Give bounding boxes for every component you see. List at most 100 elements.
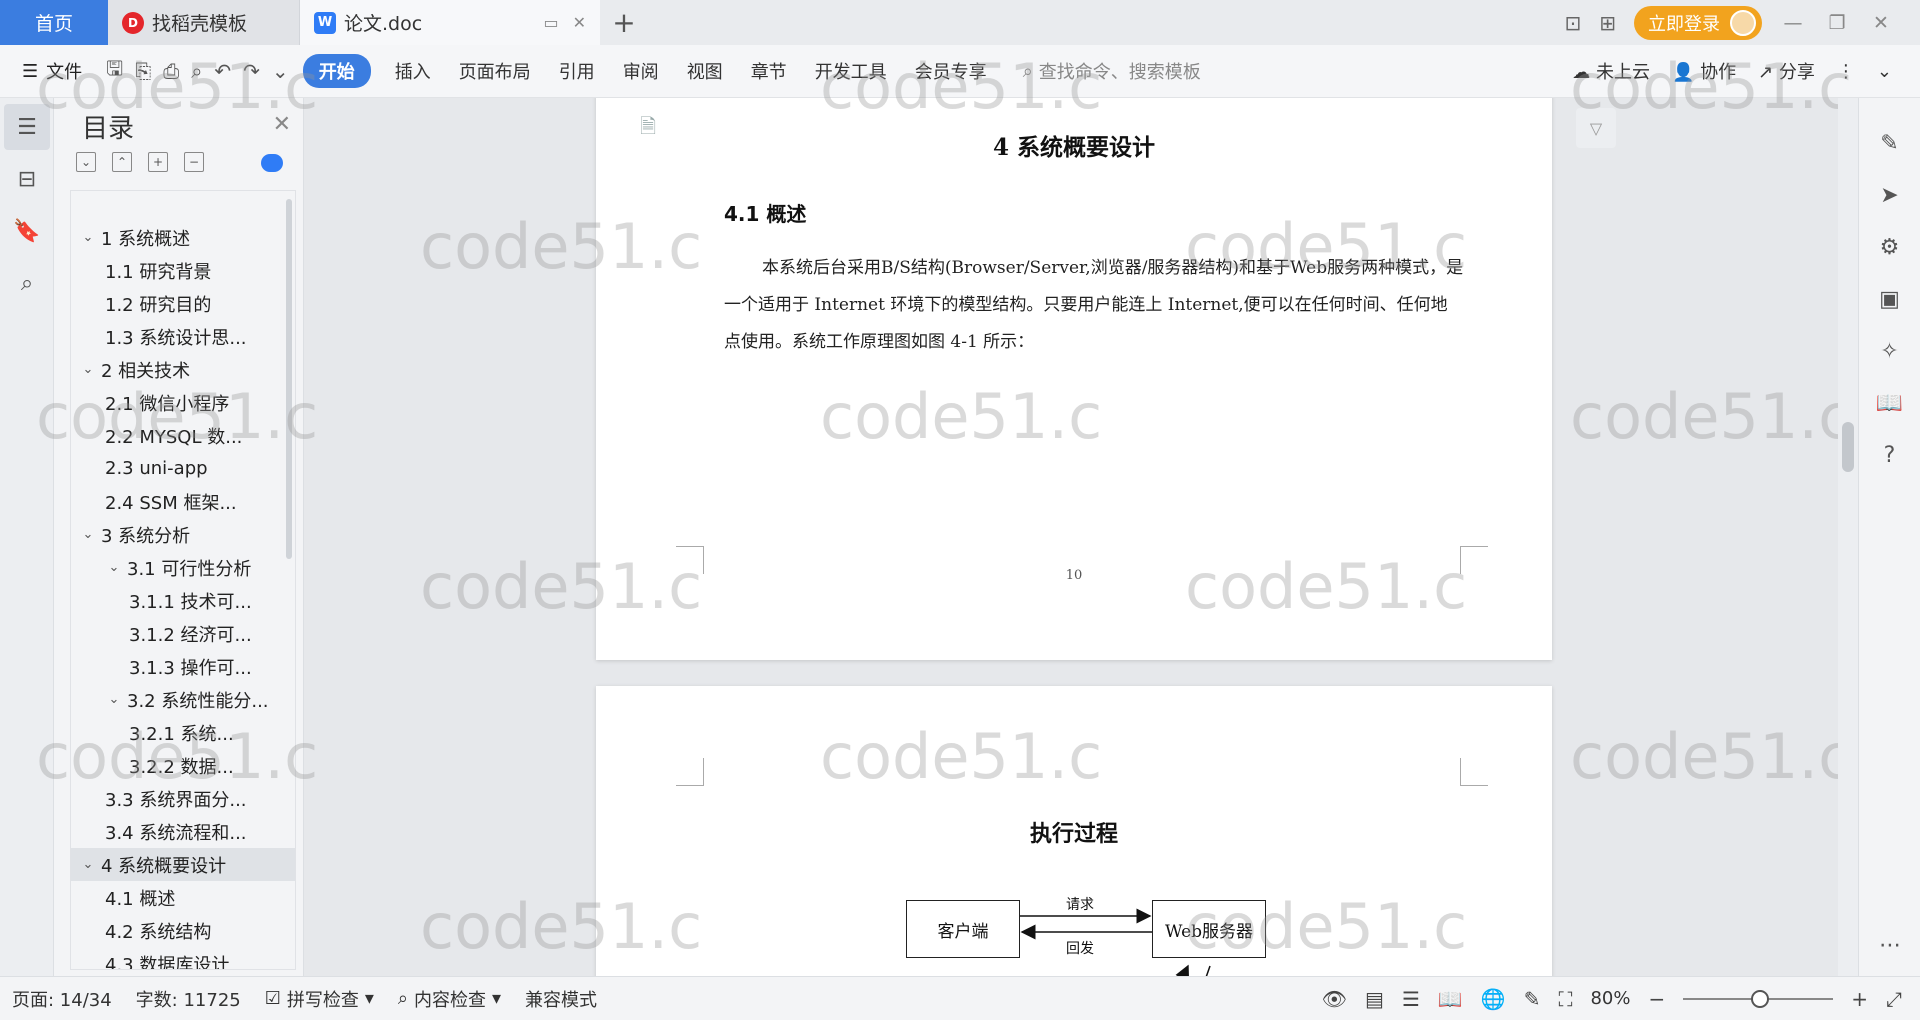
toc-item[interactable]: 2.2 MYSQL 数... xyxy=(71,419,295,452)
toc-item[interactable]: 3.4 系统流程和... xyxy=(71,815,295,848)
collapse-up-icon[interactable]: ⌃ xyxy=(112,152,132,172)
chevron-down-icon[interactable]: ⌄ xyxy=(79,230,97,245)
more-icon[interactable]: ⋯ xyxy=(1867,922,1913,968)
zoom-out-icon[interactable]: − xyxy=(1648,987,1665,1011)
toc-item[interactable]: ⌄ 1 系统概述 xyxy=(71,221,295,254)
reader-icon[interactable]: 📖 xyxy=(1867,380,1913,426)
zoom-in-icon[interactable]: + xyxy=(1851,987,1868,1011)
redo-icon[interactable]: ↷ xyxy=(237,59,266,83)
compass-icon[interactable]: ✧ xyxy=(1867,328,1913,374)
collapse-all-icon[interactable]: − xyxy=(184,152,204,172)
chevron-down-icon[interactable]: ⌄ xyxy=(79,857,97,872)
login-button[interactable]: 立即登录 xyxy=(1634,5,1762,40)
quick-access-dropdown-icon[interactable]: ⌄ xyxy=(266,59,295,83)
toc-item[interactable]: 2.1 微信小程序 xyxy=(71,386,295,419)
select-cursor-icon[interactable]: ➤ xyxy=(1867,172,1913,218)
compat-mode[interactable]: 兼容模式 xyxy=(513,986,609,1012)
pen-icon[interactable]: ✎ xyxy=(1867,120,1913,166)
undo-icon[interactable]: ↶ xyxy=(208,59,237,83)
tab-templates[interactable]: D 找稻壳模板 xyxy=(108,0,300,45)
zoom-level[interactable]: 80% xyxy=(1590,988,1630,1009)
filter-icon[interactable]: ▽ xyxy=(1576,108,1616,148)
share-button[interactable]: ↗ 分享 xyxy=(1758,58,1815,84)
chevron-down-icon[interactable]: ⌄ xyxy=(105,560,123,575)
command-search[interactable]: ⌕ 查找命令、搜索模板 xyxy=(1023,58,1201,84)
toc-item[interactable]: 4.3 数据库设计 xyxy=(71,947,295,970)
toc-item[interactable]: ⌄ 3 系统分析 xyxy=(71,518,295,551)
zoom-slider[interactable] xyxy=(1683,989,1834,1008)
toc-item[interactable]: ⌄ 3.1 可行性分析 xyxy=(71,551,295,584)
web-view-icon[interactable]: 🌐 xyxy=(1481,987,1506,1011)
screen-icon[interactable]: ▭ xyxy=(543,13,558,32)
toc-item[interactable]: 3.2.2 数据... xyxy=(71,749,295,782)
reading-view-icon[interactable]: 📖 xyxy=(1438,987,1463,1011)
scroll-thumb[interactable] xyxy=(1842,422,1854,472)
chapter-title[interactable]: 4 系统概要设计 xyxy=(596,128,1552,162)
toc-item[interactable]: ⌄ 4 系统概要设计 xyxy=(71,848,295,881)
ribbon-tab-start[interactable]: 开始 xyxy=(302,54,371,88)
ribbon-tab-developer[interactable]: 开发工具 xyxy=(801,58,901,84)
ribbon-tab-view[interactable]: 视图 xyxy=(673,58,737,84)
print-icon[interactable]: ⎙ xyxy=(157,59,185,83)
navigation-icon[interactable]: ⊟ xyxy=(4,156,50,202)
toc-item[interactable]: 3.1.3 操作可... xyxy=(71,650,295,683)
toc-scrollbar[interactable] xyxy=(286,199,292,559)
fullscreen-icon[interactable]: ⤢ xyxy=(1886,987,1902,1011)
toc-item[interactable]: 4.2 系统结构 xyxy=(71,914,295,947)
collaborate-button[interactable]: 👤 协作 xyxy=(1672,58,1736,84)
help-icon[interactable]: ? xyxy=(1867,432,1913,478)
chevron-down-icon[interactable]: ⌄ xyxy=(79,362,97,377)
cloud-status[interactable]: ☁ 未上云 xyxy=(1572,58,1650,84)
eye-protection-icon[interactable]: 👁 xyxy=(1322,987,1347,1011)
close-window-icon[interactable]: ✕ xyxy=(1868,12,1894,34)
toc-item[interactable]: 3.1.1 技术可... xyxy=(71,584,295,617)
toc-panel-icon[interactable]: ☰ xyxy=(4,104,50,150)
fit-page-icon[interactable]: ⛶ xyxy=(1558,987,1572,1011)
page-count[interactable]: 页面: 14/34 xyxy=(0,986,124,1012)
toc-item[interactable]: 3.1.2 经济可... xyxy=(71,617,295,650)
new-tab-button[interactable]: + xyxy=(600,0,648,45)
file-menu[interactable]: ☰ 文件 xyxy=(0,58,100,84)
ribbon-tab-layout[interactable]: 页面布局 xyxy=(445,58,545,84)
ribbon-tab-chapter[interactable]: 章节 xyxy=(737,58,801,84)
bookmark-icon[interactable]: 🔖 xyxy=(4,208,50,254)
document-area[interactable]: 🗎 4 系统概要设计 4.1 概述 本系统后台采用B/S结构(Browser/S… xyxy=(304,98,1852,976)
ribbon-tab-review[interactable]: 审阅 xyxy=(609,58,673,84)
toc-item[interactable]: ⌄ 2 相关技术 xyxy=(71,353,295,386)
toc-item[interactable]: 1.2 研究目的 xyxy=(71,287,295,320)
toc-item[interactable]: 3.3 系统界面分... xyxy=(71,782,295,815)
expand-down-icon[interactable]: ⌄ xyxy=(76,152,96,172)
ribbon-tab-insert[interactable]: 插入 xyxy=(381,58,445,84)
toc-item[interactable]: 2.4 SSM 框架... xyxy=(71,485,295,518)
close-icon[interactable]: ✕ xyxy=(273,112,291,137)
chevron-down-icon[interactable]: ⌄ xyxy=(79,527,97,542)
section-heading[interactable]: 4.1 概述 xyxy=(724,198,806,227)
expand-all-icon[interactable]: + xyxy=(148,152,168,172)
tab-home[interactable]: 首页 xyxy=(0,0,108,45)
restore-icon[interactable]: ❐ xyxy=(1824,12,1850,34)
smart-toc-icon[interactable] xyxy=(261,154,283,172)
minimize-icon[interactable]: — xyxy=(1780,12,1806,34)
image-tool-icon[interactable]: ▣ xyxy=(1867,276,1913,322)
zoom-knob[interactable] xyxy=(1751,989,1770,1008)
toc-item[interactable]: 1.3 系统设计思... xyxy=(71,320,295,353)
close-tab-icon[interactable]: ✕ xyxy=(573,13,586,32)
toc-item[interactable]: 3.2.1 系统... xyxy=(71,716,295,749)
write-mode-icon[interactable]: ✎ xyxy=(1524,987,1541,1011)
ribbon-tab-member[interactable]: 会员专享 xyxy=(901,58,1001,84)
content-check-button[interactable]: ⌕ 内容检查 ▾ xyxy=(386,986,513,1012)
export-icon[interactable]: ⎘ xyxy=(129,59,157,83)
find-icon[interactable]: ⌕ xyxy=(4,260,50,306)
apps-grid-icon[interactable]: ⊞ xyxy=(1599,11,1616,35)
toc-item[interactable]: 2.3 uni-app xyxy=(71,452,295,485)
word-count[interactable]: 字数: 11725 xyxy=(124,986,253,1012)
toc-item[interactable]: 4.1 概述 xyxy=(71,881,295,914)
page-view-icon[interactable]: ▤ xyxy=(1365,987,1384,1011)
ribbon-tab-references[interactable]: 引用 xyxy=(545,58,609,84)
page[interactable]: 🗎 4 系统概要设计 4.1 概述 本系统后台采用B/S结构(Browser/S… xyxy=(596,98,1552,660)
tab-document[interactable]: W 论文.doc ▭ ✕ xyxy=(300,0,600,45)
collapse-ribbon-icon[interactable]: ⌄ xyxy=(1877,61,1892,82)
toc-item[interactable]: 1.1 研究背景 xyxy=(71,254,295,287)
more-icon[interactable]: ⋮ xyxy=(1837,61,1855,82)
adjust-icon[interactable]: ⚙ xyxy=(1867,224,1913,270)
